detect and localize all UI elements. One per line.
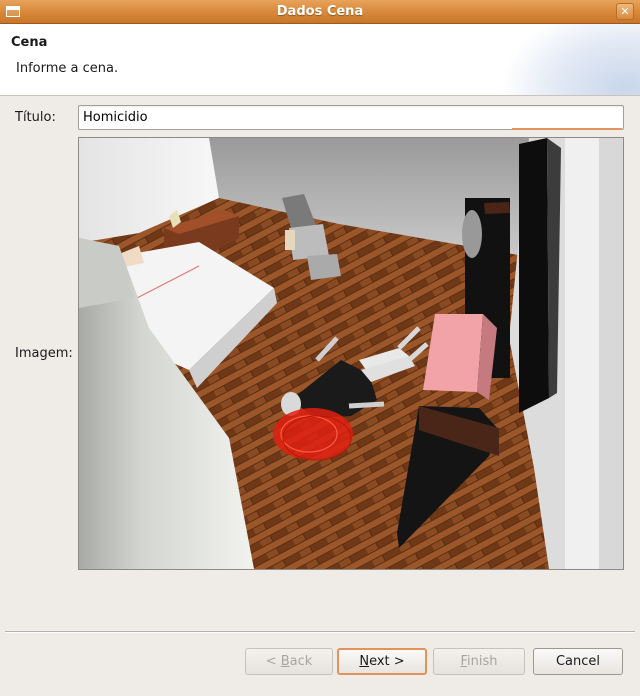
scene-image[interactable] xyxy=(78,137,624,570)
next-button-label: ext > xyxy=(369,654,405,669)
page-description: Informe a cena. xyxy=(16,61,119,76)
input-focus-indicator xyxy=(512,128,622,130)
cancel-button[interactable]: Cancel xyxy=(533,648,623,675)
close-icon[interactable]: ✕ xyxy=(616,3,634,20)
next-button-mnemonic: N xyxy=(359,654,370,669)
header-decoration xyxy=(500,24,640,95)
wizard-header: Cena Informe a cena. xyxy=(0,24,640,96)
window-titlebar[interactable]: Dados Cena ✕ xyxy=(0,0,640,24)
back-button-mnemonic: B xyxy=(280,654,290,669)
button-bar-separator xyxy=(5,631,635,633)
window-title: Dados Cena xyxy=(276,4,364,19)
titulo-label: Título: xyxy=(15,110,56,125)
imagem-label: Imagem: xyxy=(15,346,73,361)
page-title: Cena xyxy=(11,35,48,50)
titulo-input[interactable] xyxy=(78,105,624,130)
finish-button-label: inish xyxy=(467,654,498,669)
next-button[interactable]: Next > xyxy=(337,648,427,675)
finish-button[interactable]: Finish xyxy=(433,648,525,675)
back-button[interactable]: < Back xyxy=(245,648,333,675)
back-button-label: ack xyxy=(289,654,313,669)
back-button-prefix: < xyxy=(265,654,281,669)
